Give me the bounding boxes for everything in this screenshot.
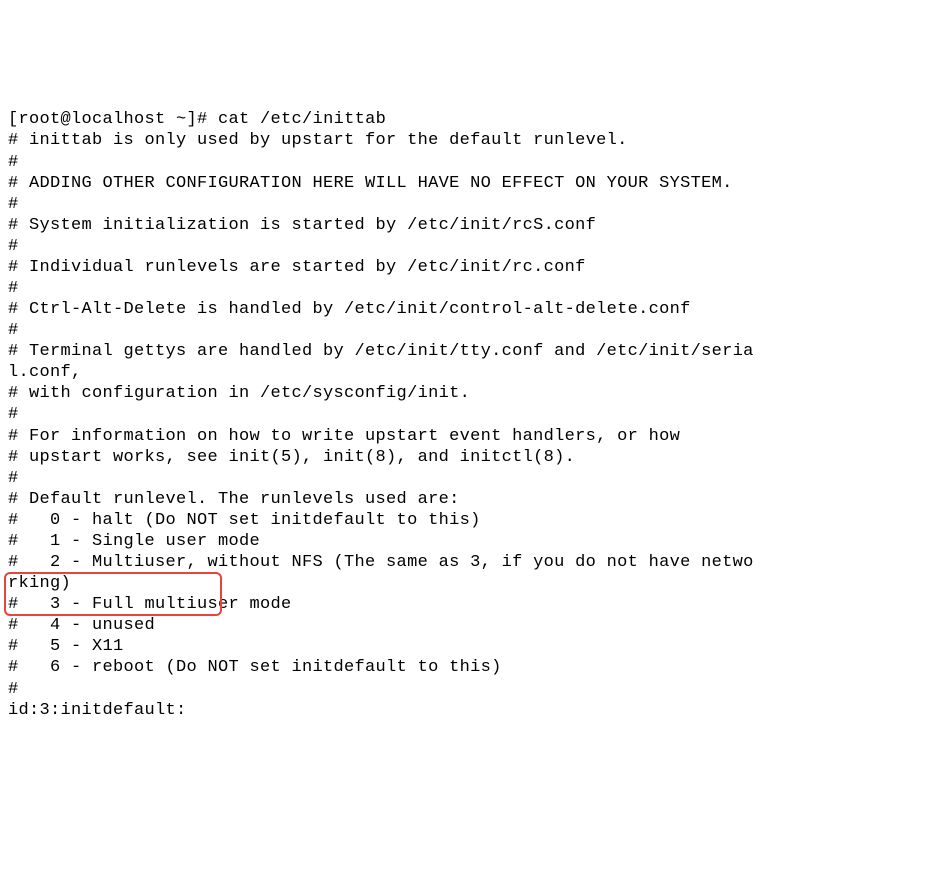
output-line: # Default runlevel. The runlevels used a… [8,489,930,510]
output-line: # [8,679,930,700]
command-line: [root@localhost ~]# cat /etc/inittab [8,109,930,130]
output-line: # [8,320,930,341]
output-line: # 0 - halt (Do NOT set initdefault to th… [8,510,930,531]
output-line: # with configuration in /etc/sysconfig/i… [8,383,930,404]
output-line: # For information on how to write upstar… [8,426,930,447]
output-line: # 2 - Multiuser, without NFS (The same a… [8,552,930,573]
output-line: # Individual runlevels are started by /e… [8,257,930,278]
output-line: id:3:initdefault: [8,700,930,721]
output-line: # [8,194,930,215]
output-line: # [8,152,930,173]
output-line: # [8,404,930,425]
output-line: # 5 - X11 [8,636,930,657]
output-line: # 6 - reboot (Do NOT set initdefault to … [8,657,930,678]
output-line: l.conf, [8,362,930,383]
command-text: cat /etc/inittab [218,110,386,129]
shell-prompt: [root@localhost ~]# [8,110,218,129]
output-line: # ADDING OTHER CONFIGURATION HERE WILL H… [8,173,930,194]
output-line: # System initialization is started by /e… [8,215,930,236]
output-line: # 1 - Single user mode [8,531,930,552]
output-line: # [8,278,930,299]
terminal-output: [root@localhost ~]# cat /etc/inittab# in… [8,88,930,720]
output-line: # [8,236,930,257]
output-line: # Terminal gettys are handled by /etc/in… [8,341,930,362]
output-line: rking) [8,573,930,594]
output-line: # [8,468,930,489]
output-line: # inittab is only used by upstart for th… [8,130,930,151]
output-line: # upstart works, see init(5), init(8), a… [8,447,930,468]
output-line: # 4 - unused [8,615,930,636]
output-line: # Ctrl-Alt-Delete is handled by /etc/ini… [8,299,930,320]
output-line: # 3 - Full multiuser mode [8,594,930,615]
